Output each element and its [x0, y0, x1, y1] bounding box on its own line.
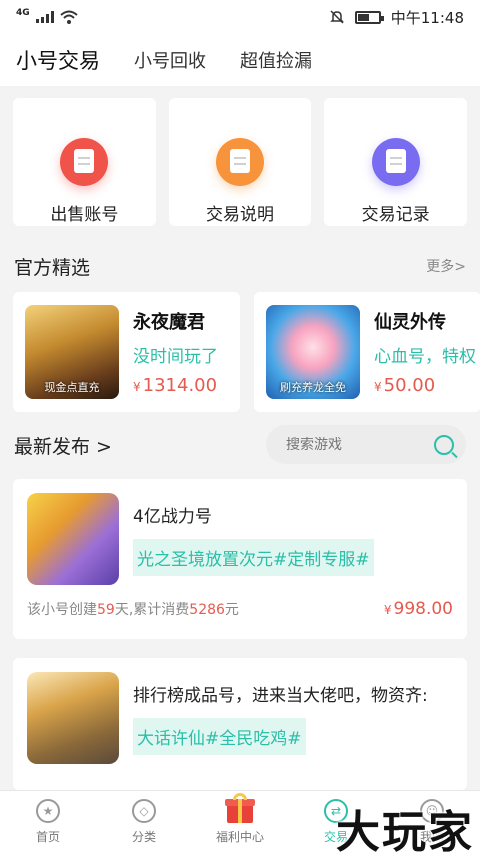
tab-account-trade[interactable]: 小号交易 — [16, 45, 100, 75]
battery-icon — [354, 10, 384, 24]
total-spent: 5286 — [189, 602, 225, 618]
trade-guide-icon — [216, 138, 264, 186]
price-value: 1314.00 — [142, 375, 218, 396]
currency: ¥ — [133, 380, 141, 394]
price-value: 50.00 — [383, 375, 436, 396]
thumbnail-caption: 现金点直充 — [44, 381, 100, 394]
trade-icon: ⇄ — [324, 799, 348, 823]
game-desc: 心血号，特权 — [374, 347, 476, 367]
nav-category[interactable]: ◇ 分类 — [96, 791, 192, 853]
game-thumbnail: 现金点直充 — [25, 305, 119, 399]
listing-title: 4亿战力号 — [133, 507, 212, 527]
wifi-icon — [59, 10, 78, 24]
trade-guide-label: 交易说明 — [206, 205, 274, 225]
price: ¥1314.00 — [133, 375, 218, 396]
created-days: 59 — [97, 602, 115, 618]
gift-icon — [225, 793, 255, 823]
price-value: 998.00 — [393, 599, 453, 619]
nav-welfare[interactable]: 福利中心 — [192, 791, 288, 853]
nav-profile-label: 我的 — [419, 830, 444, 844]
meta-suffix: 元 — [224, 602, 239, 618]
listing-title: 排行榜成品号，进来当大佬吧，物资齐: — [133, 686, 428, 706]
trade-record-button[interactable]: 交易记录 — [324, 98, 468, 226]
listing-tags: 大话许仙#全民吃鸡# — [133, 718, 306, 755]
latest-title[interactable]: 最新发布 > — [14, 432, 112, 459]
featured-card[interactable]: 现金点直充 永夜魔君 没时间玩了 ¥1314.00 — [13, 292, 240, 412]
featured-header: 官方精选 更多> — [0, 242, 480, 290]
quick-actions: 出售账号 交易说明 交易记录 — [0, 86, 480, 238]
currency: ¥ — [374, 380, 382, 394]
listing-meta: 该小号创建59天,累计消费5286元 — [27, 599, 239, 619]
game-thumbnail — [27, 493, 119, 585]
mute-bell-icon — [329, 10, 344, 24]
status-left: 4G — [16, 8, 78, 24]
sell-account-icon — [60, 138, 109, 186]
nav-category-label: 分类 — [131, 830, 156, 844]
profile-icon: ☺ — [420, 799, 444, 823]
nav-home[interactable]: ★ 首页 — [0, 791, 96, 853]
nav-home-label: 首页 — [35, 830, 60, 844]
featured-title: 官方精选 — [14, 256, 91, 279]
tab-account-recycle[interactable]: 小号回收 — [134, 47, 206, 73]
search-input[interactable] — [286, 436, 416, 453]
listing-tags: 光之圣境放置次元#定制专服# — [133, 539, 374, 576]
bottom-nav: ★ 首页 ◇ 分类 福利中心 ⇄ 交易 ☺ 我的 — [0, 790, 480, 853]
search-box — [266, 425, 466, 464]
game-name: 永夜魔君 — [133, 312, 205, 333]
game-thumbnail — [27, 672, 119, 764]
listing-card[interactable]: 排行榜成品号，进来当大佬吧，物资齐: 大话许仙#全民吃鸡# — [13, 658, 467, 790]
featured-card[interactable]: 刷充养龙全免 仙灵外传 心血号，特权 ¥50.00 — [254, 292, 480, 412]
featured-list: 现金点直充 永夜魔君 没时间玩了 ¥1314.00 刷充养龙全免 仙灵外传 心血… — [13, 292, 480, 412]
meta-prefix: 该小号创建 — [27, 602, 97, 618]
nav-welfare-label: 福利中心 — [215, 830, 264, 844]
tab-bargain[interactable]: 超值捡漏 — [240, 47, 312, 73]
game-thumbnail: 刷充养龙全免 — [266, 305, 360, 399]
trade-guide-button[interactable]: 交易说明 — [168, 98, 312, 226]
sell-account-label: 出售账号 — [50, 205, 119, 225]
game-name: 仙灵外传 — [374, 312, 446, 333]
status-right: 中午11:48 — [329, 7, 464, 28]
search-icon[interactable] — [434, 434, 454, 455]
more-link[interactable]: 更多> — [426, 256, 466, 276]
currency: ¥ — [383, 603, 392, 617]
top-tabs: 小号交易 小号回收 超值捡漏 — [0, 34, 480, 86]
trade-record-icon — [371, 138, 420, 186]
trade-record-label: 交易记录 — [361, 205, 430, 225]
meta-mid: 天,累计消费 — [114, 602, 190, 618]
compass-icon: ◇ — [132, 799, 156, 823]
price: ¥50.00 — [374, 375, 476, 396]
nav-trade-label: 交易 — [323, 830, 348, 844]
listing-card[interactable]: 4亿战力号 光之圣境放置次元#定制专服# 该小号创建59天,累计消费5286元 … — [13, 479, 467, 639]
network-type: 4G — [16, 8, 30, 18]
status-bar: 4G 中午11:48 — [0, 0, 480, 34]
game-desc: 没时间玩了 — [133, 347, 218, 367]
sell-account-button[interactable]: 出售账号 — [13, 98, 156, 226]
nav-profile[interactable]: ☺ 我的 — [384, 791, 480, 853]
nav-trade[interactable]: ⇄ 交易 — [288, 791, 384, 853]
listing-price: ¥998.00 — [384, 599, 453, 619]
clock: 中午11:48 — [390, 8, 464, 27]
home-icon: ★ — [36, 799, 60, 823]
signal-icon — [35, 11, 54, 23]
thumbnail-caption: 刷充养龙全免 — [280, 381, 346, 394]
